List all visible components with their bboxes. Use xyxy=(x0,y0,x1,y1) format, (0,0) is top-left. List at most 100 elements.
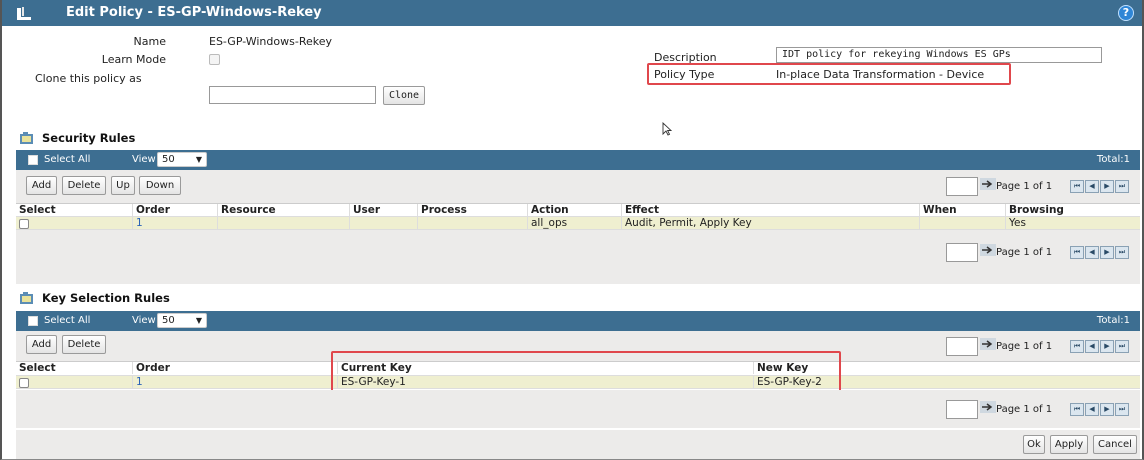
up-rule-button[interactable]: Up xyxy=(111,176,135,195)
select-all-checkbox[interactable] xyxy=(28,316,38,326)
row-order[interactable]: 1 xyxy=(132,217,217,229)
view-select[interactable]: 50 ▼ xyxy=(157,313,207,328)
security-rules-toolbar: Select All View 50 ▼ Total:1 xyxy=(16,150,1140,170)
learn-mode-checkbox[interactable] xyxy=(209,54,220,65)
table-row[interactable]: 1 all_ops Audit, Permit, Apply Key Yes xyxy=(16,216,1140,230)
prev-page-icon[interactable]: ◀ xyxy=(1085,246,1099,259)
last-page-icon[interactable]: ⏭ xyxy=(1115,403,1129,416)
col-order: Order xyxy=(132,362,337,374)
first-page-icon[interactable]: ⏮ xyxy=(1070,180,1084,193)
add-rule-button[interactable]: Add xyxy=(26,176,57,195)
security-rules-title: Security Rules xyxy=(42,131,136,145)
name-value: ES-GP-Windows-Rekey xyxy=(209,35,332,48)
view-select-value: 50 xyxy=(162,154,175,165)
next-page-icon[interactable]: ▶ xyxy=(1100,180,1114,193)
row-effect: Audit, Permit, Apply Key xyxy=(621,217,919,229)
go-arrow-icon[interactable] xyxy=(980,178,996,190)
cancel-button[interactable]: Cancel xyxy=(1093,435,1137,454)
select-all-label: Select All xyxy=(44,154,91,165)
last-page-icon[interactable]: ⏭ xyxy=(1115,340,1129,353)
col-select: Select xyxy=(19,204,56,216)
last-page-icon[interactable]: ⏭ xyxy=(1115,246,1129,259)
add-key-rule-button[interactable]: Add xyxy=(26,335,57,354)
delete-rule-button[interactable]: Delete xyxy=(62,176,106,195)
col-when: When xyxy=(919,204,1005,216)
prev-page-icon[interactable]: ◀ xyxy=(1085,403,1099,416)
row-when xyxy=(919,217,1005,229)
first-page-icon[interactable]: ⏮ xyxy=(1070,403,1084,416)
row-select-cell xyxy=(16,217,132,229)
row-checkbox[interactable] xyxy=(19,219,29,229)
page-number-input[interactable] xyxy=(946,177,978,196)
section-icon xyxy=(20,292,33,304)
total-count: Total:1 xyxy=(1096,154,1130,165)
total-count: Total:1 xyxy=(1096,315,1130,326)
first-page-icon[interactable]: ⏮ xyxy=(1070,246,1084,259)
row-select-cell xyxy=(16,376,132,388)
view-select-value: 50 xyxy=(162,315,175,326)
view-label: View xyxy=(132,315,156,326)
select-all-checkbox[interactable] xyxy=(28,155,38,165)
row-order[interactable]: 1 xyxy=(132,376,337,388)
first-page-icon[interactable]: ⏮ xyxy=(1070,340,1084,353)
apply-button[interactable]: Apply xyxy=(1050,435,1088,454)
col-action: Action xyxy=(527,204,621,216)
pager-bottom: Page 1 of 1 ⏮ ◀ ▶ ⏭ xyxy=(946,243,1140,262)
prev-page-icon[interactable]: ◀ xyxy=(1085,340,1099,353)
col-user: User xyxy=(349,204,417,216)
col-browsing: Browsing xyxy=(1005,204,1140,216)
page-number-input[interactable] xyxy=(946,337,978,356)
page-number-input[interactable] xyxy=(946,243,978,262)
help-icon[interactable]: ? xyxy=(1118,5,1134,21)
window-titlebar: Edit Policy - ES-GP-Windows-Rekey ? xyxy=(2,0,1142,26)
key-rules-toolbar: Select All View 50 ▼ Total:1 xyxy=(16,311,1140,331)
view-select[interactable]: 50 ▼ xyxy=(157,152,207,167)
clone-input[interactable] xyxy=(209,86,376,104)
next-page-icon[interactable]: ▶ xyxy=(1100,340,1114,353)
pager-bottom: Page 1 of 1 ⏮ ◀ ▶ ⏭ xyxy=(946,400,1140,419)
col-select: Select xyxy=(19,362,56,374)
col-process: Process xyxy=(417,204,527,216)
clone-button[interactable]: Clone xyxy=(383,86,425,105)
description-input[interactable]: IDT policy for rekeying Windows ES GPs xyxy=(776,47,1102,63)
row-checkbox[interactable] xyxy=(19,378,29,388)
security-rules-actions: Add Delete Up Down Page 1 of 1 ⏮ ◀ ▶ ⏭ xyxy=(16,170,1140,203)
section-icon xyxy=(20,132,33,144)
go-arrow-icon[interactable] xyxy=(980,338,996,350)
page-number-input[interactable] xyxy=(946,400,978,419)
pager-text: Page 1 of 1 xyxy=(996,181,1053,192)
key-selection-rules-title: Key Selection Rules xyxy=(42,291,170,305)
row-action: all_ops xyxy=(527,217,621,229)
last-page-icon[interactable]: ⏭ xyxy=(1115,180,1129,193)
row-process xyxy=(417,217,527,229)
go-arrow-icon[interactable] xyxy=(980,244,996,256)
learn-mode-label: Learn Mode xyxy=(101,53,166,66)
next-page-icon[interactable]: ▶ xyxy=(1100,403,1114,416)
pager-text: Page 1 of 1 xyxy=(996,247,1053,258)
col-effect: Effect xyxy=(621,204,919,216)
row-resource xyxy=(217,217,349,229)
pager-text: Page 1 of 1 xyxy=(996,341,1053,352)
policy-icon xyxy=(17,7,31,20)
security-rules-table-header: Select Order Resource User Process Actio… xyxy=(16,203,1140,216)
view-label: View xyxy=(132,154,156,165)
down-rule-button[interactable]: Down xyxy=(139,176,181,195)
mouse-cursor-icon xyxy=(662,122,672,136)
row-user xyxy=(349,217,417,229)
select-all-label: Select All xyxy=(44,315,91,326)
pager-text: Page 1 of 1 xyxy=(996,404,1053,415)
dialog-footer: Ok Apply Cancel xyxy=(16,430,1140,459)
policy-type-highlight xyxy=(647,63,1011,85)
delete-key-rule-button[interactable]: Delete xyxy=(62,335,106,354)
prev-page-icon[interactable]: ◀ xyxy=(1085,180,1099,193)
go-arrow-icon[interactable] xyxy=(980,401,996,413)
row-browsing: Yes xyxy=(1005,217,1140,229)
key-rules-bottom: Page 1 of 1 ⏮ ◀ ▶ ⏭ xyxy=(16,390,1140,428)
next-page-icon[interactable]: ▶ xyxy=(1100,246,1114,259)
col-order: Order xyxy=(132,204,217,216)
pager-top: Page 1 of 1 ⏮ ◀ ▶ ⏭ xyxy=(946,177,1140,196)
ok-button[interactable]: Ok xyxy=(1023,435,1045,454)
window-title: Edit Policy - ES-GP-Windows-Rekey xyxy=(66,5,322,20)
clone-label: Clone this policy as xyxy=(35,72,142,85)
chevron-down-icon: ▼ xyxy=(195,155,202,164)
